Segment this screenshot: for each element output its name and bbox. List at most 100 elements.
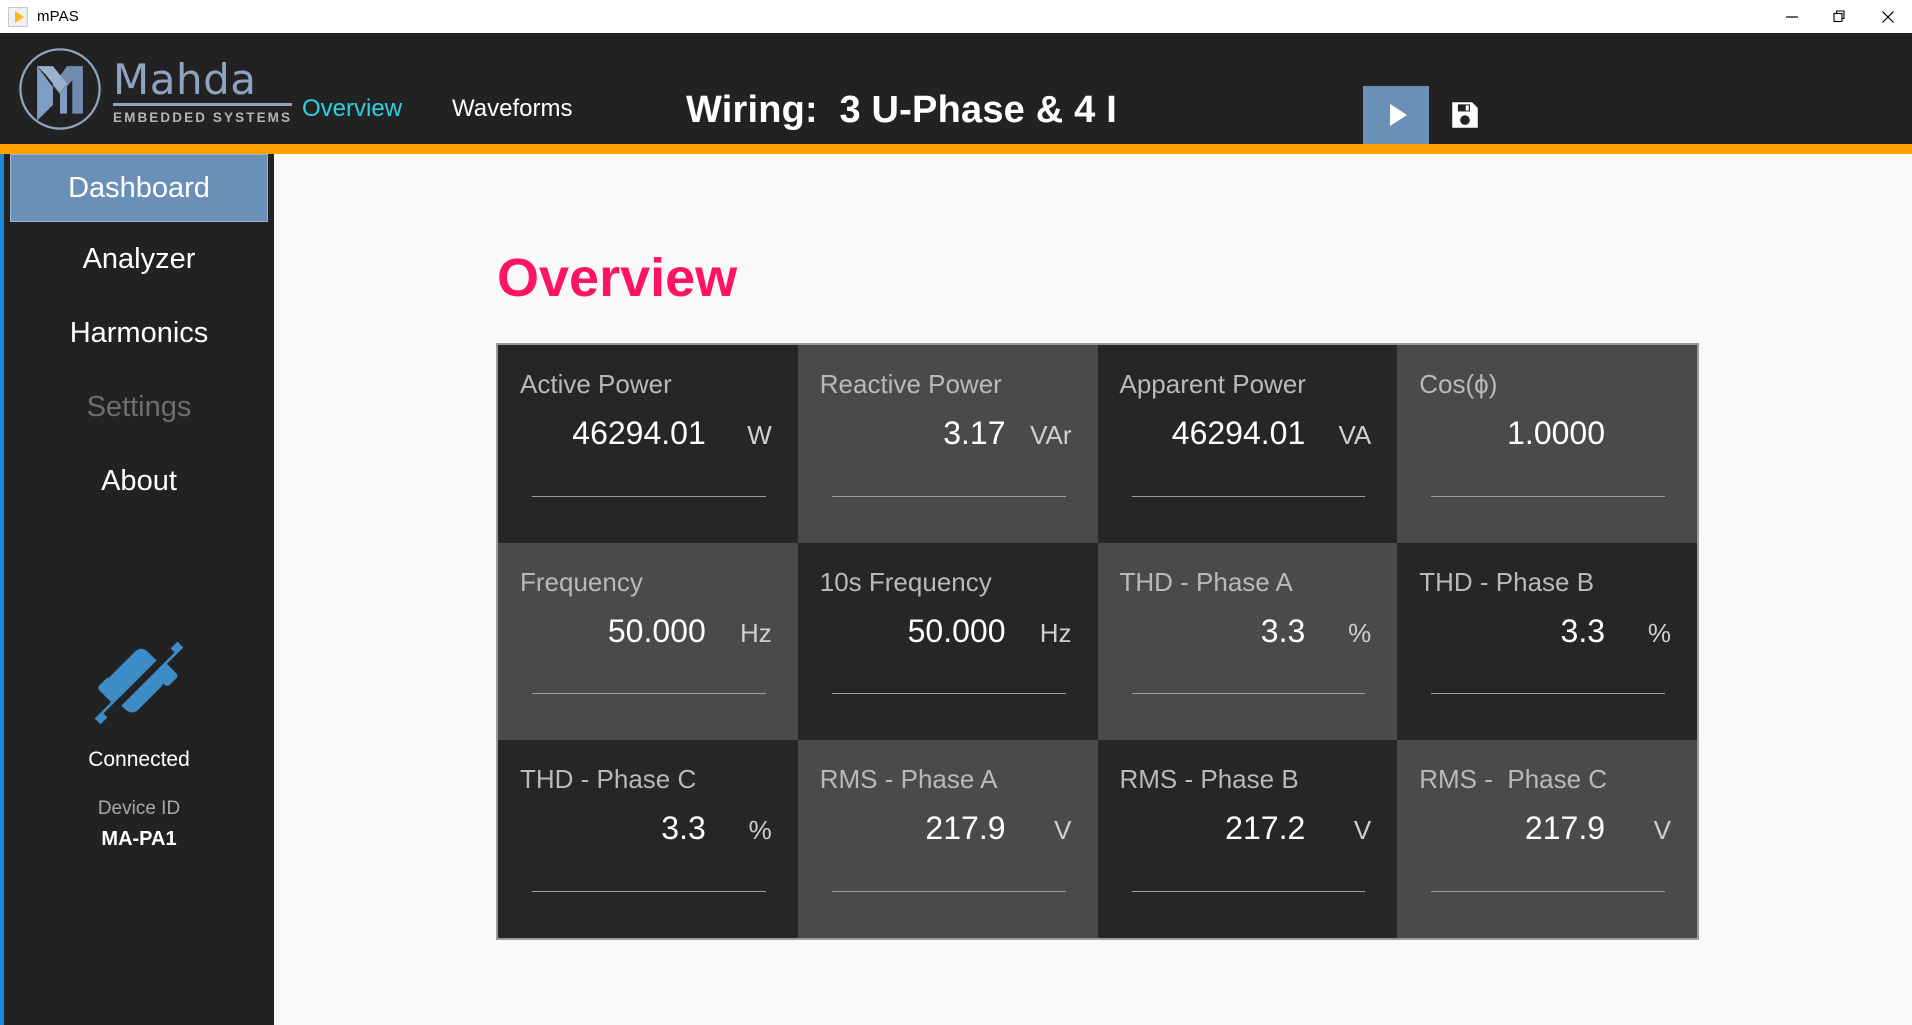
window-controls	[1768, 0, 1912, 33]
card-unit: W	[747, 420, 772, 450]
card-value-row: 217.9 V	[1419, 812, 1675, 844]
measurement-card: RMS - Phase C 217.9 V	[1397, 740, 1697, 938]
restore-icon	[1833, 9, 1845, 22]
tab-waveforms[interactable]: Waveforms	[452, 97, 572, 121]
close-icon	[1882, 10, 1894, 23]
connection-status-block: Connected Device ID MA-PA1	[4, 624, 274, 851]
save-button[interactable]	[1445, 95, 1485, 135]
card-label: Reactive Power	[819, 369, 1002, 399]
sidebar: Dashboard Analyzer Harmonics Settings Ab…	[4, 154, 274, 1025]
card-value: 3.3	[661, 810, 706, 847]
card-value-row: 3.17 VAr	[820, 417, 1076, 449]
card-value-row: 1.0000	[1419, 417, 1675, 449]
card-value: 217.2	[1225, 810, 1306, 847]
app-icon	[8, 6, 28, 27]
card-label: RMS - Phase C	[1419, 764, 1608, 795]
card-value: 3.3	[1560, 612, 1605, 649]
measurement-card: Apparent Power 46294.01 VA	[1097, 345, 1398, 543]
header-nav: Overview Waveforms	[302, 97, 573, 121]
restore-button[interactable]	[1816, 0, 1864, 33]
card-unit: V	[1353, 815, 1372, 846]
card-unit: %	[1348, 617, 1372, 648]
card-label: RMS - Phase A	[819, 764, 998, 795]
measurement-card: THD - Phase A 3.3%	[1097, 542, 1398, 741]
device-id-label: Device ID	[97, 798, 181, 819]
measurement-card: 10s Frequency 50.000 Hz	[797, 542, 1098, 741]
card-underline	[1431, 891, 1665, 892]
main-content: Overview Active Power 46294.01 W Reactive P…	[274, 154, 1912, 1025]
header-accent-bar	[0, 144, 1912, 154]
card-unit: %	[1647, 617, 1671, 648]
window-titlebar: mPAS	[0, 0, 1912, 33]
connection-status-text: Connected	[88, 748, 190, 771]
m-monogram-logo-icon	[19, 48, 101, 130]
measurement-card: Cos(ϕ) 1.0000	[1397, 345, 1697, 543]
brand-tagline: EMBEDDED SYSTEMS	[113, 110, 293, 125]
card-value-row: 46294.01 W	[520, 417, 776, 449]
card-value-row: 46294.01 VA	[1120, 417, 1376, 449]
card-unit: Hz	[739, 617, 772, 648]
measurement-card: RMS - Phase B 217.2 V	[1097, 740, 1398, 938]
card-label: Active Power	[520, 369, 672, 399]
app-header: Mahda EMBEDDED SYSTEMS Overview Waveform…	[0, 33, 1912, 144]
card-underline	[1131, 891, 1366, 892]
brand-logo: Mahda EMBEDDED SYSTEMS	[16, 45, 293, 133]
card-value: 46294.01	[1171, 415, 1306, 451]
app-window: Mahda EMBEDDED SYSTEMS Overview Waveform…	[0, 33, 1912, 1025]
card-underline	[1131, 495, 1366, 497]
card-unit: VA	[1338, 420, 1372, 450]
page-title: Overview	[497, 248, 738, 308]
card-value: 217.9	[925, 810, 1006, 847]
card-label: Apparent Power	[1119, 369, 1306, 399]
card-value: 50.000	[907, 612, 1006, 649]
card-label: RMS - Phase B	[1119, 764, 1299, 795]
card-label: THD - Phase C	[520, 764, 697, 795]
measurement-card: RMS - Phase A 217.9 V	[797, 740, 1098, 938]
measurement-card: Reactive Power 3.17 VAr	[797, 345, 1098, 543]
measurement-card-grid: Active Power 46294.01 W Reactive Power 3.17 V…	[496, 343, 1699, 940]
card-underline	[831, 891, 1066, 892]
card-underline	[1131, 693, 1366, 695]
card-value: 3.17	[943, 415, 1006, 451]
card-label: THD - Phase B	[1419, 566, 1595, 597]
tab-overview[interactable]: Overview	[302, 97, 402, 121]
card-value: 1.0000	[1507, 415, 1605, 451]
card-underline	[532, 693, 766, 695]
card-label: Frequency	[520, 566, 643, 597]
card-unit: V	[1653, 815, 1671, 846]
card-unit: %	[748, 815, 772, 846]
measurement-card: Active Power 46294.01 W	[498, 345, 798, 543]
card-value-row: 3.3%	[1419, 615, 1675, 647]
measurement-card: THD - Phase B 3.3%	[1397, 542, 1697, 741]
measurement-card: Frequency 50.000 Hz	[498, 542, 798, 741]
sidebar-item-analyzer[interactable]: Analyzer	[4, 222, 274, 296]
minimize-button[interactable]	[1768, 0, 1816, 33]
card-unit: VAr	[1030, 420, 1072, 450]
card-label: 10s Frequency	[819, 566, 992, 597]
card-underline	[532, 495, 766, 497]
card-value-row: 3.3%	[520, 812, 776, 844]
sidebar-item-dashboard[interactable]: Dashboard	[10, 154, 268, 222]
card-value-row: 3.3%	[1120, 615, 1376, 647]
card-unit: V	[1054, 815, 1072, 846]
wiring-label: Wiring:	[686, 89, 818, 131]
sidebar-item-harmonics[interactable]: Harmonics	[4, 296, 274, 370]
measurement-card: THD - Phase C 3.3%	[498, 740, 798, 938]
card-underline	[831, 693, 1066, 695]
card-value: 3.3	[1260, 612, 1306, 649]
close-button[interactable]	[1864, 0, 1912, 33]
run-button[interactable]	[1363, 86, 1429, 144]
card-value-row: 50.000 Hz	[820, 615, 1076, 647]
floppy-save-icon	[1452, 102, 1478, 128]
brand-name: Mahda	[113, 59, 293, 106]
sidebar-item-about[interactable]: About	[4, 444, 274, 518]
card-underline	[532, 891, 766, 892]
card-label: THD - Phase A	[1119, 566, 1293, 597]
card-value: 50.000	[607, 612, 706, 649]
card-value: 46294.01	[572, 415, 706, 451]
wiring-title: Wiring: 3 U-Phase & 4 I	[686, 89, 1117, 132]
card-underline	[1431, 495, 1665, 497]
window-title: mPAS	[37, 8, 79, 25]
card-underline	[1431, 693, 1665, 695]
card-value: 217.9	[1524, 810, 1605, 847]
